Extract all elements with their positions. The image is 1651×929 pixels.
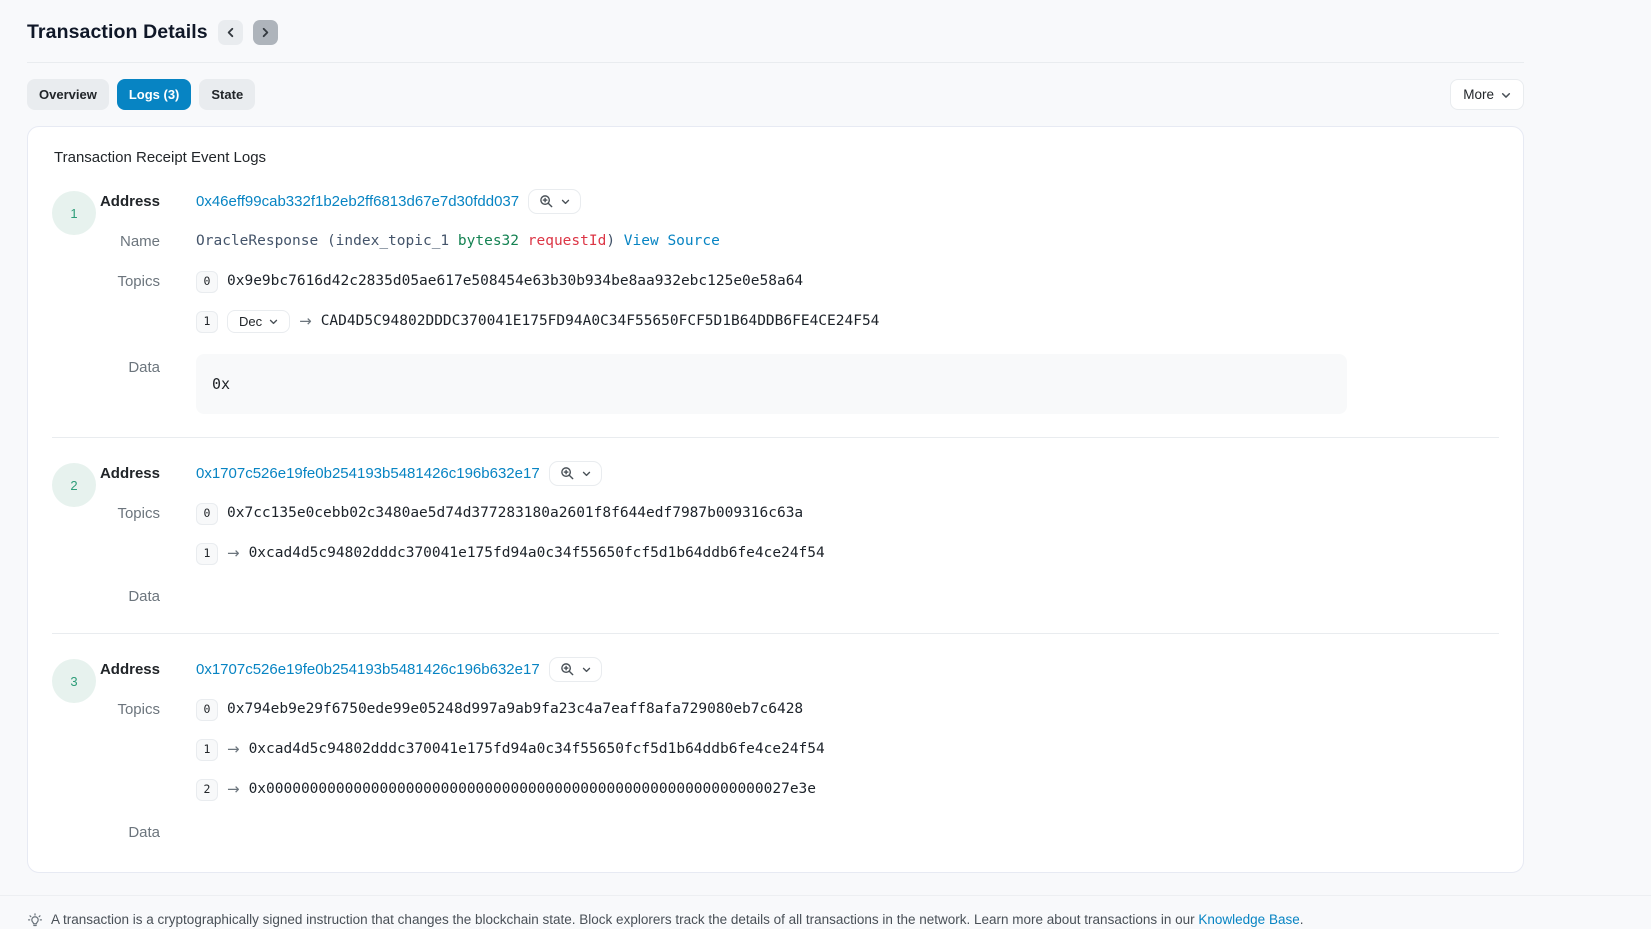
topics-row: Topics 0 0x794eb9e29f6750ede99e05248d997… bbox=[98, 696, 1499, 723]
lightbulb-icon bbox=[27, 912, 43, 929]
chevron-down-icon bbox=[561, 197, 570, 206]
previous-transaction-button[interactable] bbox=[218, 20, 243, 45]
chevron-down-icon bbox=[582, 665, 591, 674]
event-logs-card: Transaction Receipt Event Logs 1 Address… bbox=[27, 126, 1524, 873]
topic-value: 0x794eb9e29f6750ede99e05248d997a9ab9fa23… bbox=[227, 696, 803, 723]
topic-index-badge: 0 bbox=[196, 503, 218, 525]
topic-value: 0xcad4d5c94802dddc370041e175fd94a0c34f55… bbox=[249, 736, 825, 763]
address-row: Address 0x1707c526e19fe0b254193b5481426c… bbox=[98, 460, 1499, 487]
arrow-right-icon: → bbox=[227, 540, 240, 567]
address-zoom-dropdown-button[interactable] bbox=[528, 189, 581, 214]
tab-overview[interactable]: Overview bbox=[27, 79, 109, 110]
data-label: Data bbox=[98, 583, 196, 610]
magnifier-plus-icon bbox=[560, 466, 575, 481]
address-link[interactable]: 0x1707c526e19fe0b254193b5481426c196b632e… bbox=[196, 460, 540, 487]
data-label: Data bbox=[98, 354, 196, 381]
arrow-right-icon: → bbox=[227, 776, 240, 803]
event-signature: OracleResponse (index_topic_1 bytes32 re… bbox=[196, 228, 720, 255]
chevron-right-icon bbox=[260, 27, 271, 38]
knowledge-base-link[interactable]: Knowledge Base bbox=[1198, 912, 1299, 927]
topics-label: Topics bbox=[98, 696, 196, 723]
data-row: Data bbox=[98, 583, 1499, 610]
topic-index-badge: 2 bbox=[196, 779, 218, 801]
topic-value: 0x9e9bc7616d42c2835d05ae617e508454e63b30… bbox=[227, 268, 803, 295]
page-title: Transaction Details bbox=[27, 21, 208, 44]
address-zoom-dropdown-button[interactable] bbox=[549, 461, 602, 486]
topics-row: 1 → 0xcad4d5c94802dddc370041e175fd94a0c3… bbox=[98, 736, 1499, 763]
topics-row: 2 → 0x0000000000000000000000000000000000… bbox=[98, 776, 1499, 803]
topic-index-badge: 1 bbox=[196, 311, 218, 333]
log-index-badge: 2 bbox=[52, 463, 96, 507]
tab-logs[interactable]: Logs (3) bbox=[117, 79, 192, 110]
chevron-down-icon bbox=[582, 469, 591, 478]
topic-index-badge: 0 bbox=[196, 699, 218, 721]
topic-format-dropdown[interactable]: Dec bbox=[227, 310, 290, 333]
card-title: Transaction Receipt Event Logs bbox=[54, 149, 1499, 166]
address-link[interactable]: 0x46eff99cab332f1b2eb2ff6813d67e7d30fdd0… bbox=[196, 188, 519, 215]
address-label: Address bbox=[98, 188, 196, 215]
topic-value: 0x00000000000000000000000000000000000000… bbox=[249, 776, 816, 803]
name-label: Name bbox=[98, 228, 196, 255]
data-label: Data bbox=[98, 819, 196, 846]
log-index-badge: 1 bbox=[52, 191, 96, 235]
log-data-value: 0x bbox=[196, 354, 1347, 414]
tab-state[interactable]: State bbox=[199, 79, 255, 110]
chevron-down-icon bbox=[269, 317, 278, 326]
topic-index-badge: 1 bbox=[196, 739, 218, 761]
param-type: bytes32 bbox=[458, 233, 519, 249]
topics-row: 1 → 0xcad4d5c94802dddc370041e175fd94a0c3… bbox=[98, 540, 1499, 567]
address-row: Address 0x1707c526e19fe0b254193b5481426c… bbox=[98, 656, 1499, 683]
topic-index-badge: 0 bbox=[196, 271, 218, 293]
more-dropdown-label: More bbox=[1463, 87, 1494, 102]
log-divider bbox=[52, 437, 1499, 438]
arrow-right-icon: → bbox=[227, 736, 240, 763]
magnifier-plus-icon bbox=[539, 194, 554, 209]
topics-label: Topics bbox=[98, 268, 196, 295]
topic-index-badge: 1 bbox=[196, 543, 218, 565]
footer-text: A transaction is a cryptographically sig… bbox=[51, 912, 1303, 927]
chevron-down-icon bbox=[1501, 90, 1511, 100]
log-divider bbox=[52, 633, 1499, 634]
magnifier-plus-icon bbox=[560, 662, 575, 677]
topics-row: Topics 0 0x7cc135e0cebb02c3480ae5d74d377… bbox=[98, 500, 1499, 527]
log-index-badge: 3 bbox=[52, 659, 96, 703]
topic-value: CAD4D5C94802DDDC370041E175FD94A0C34F5565… bbox=[321, 308, 880, 335]
view-source-link[interactable]: View Source bbox=[624, 233, 720, 249]
tab-bar: Overview Logs (3) State More bbox=[27, 79, 1524, 110]
address-row: Address 0x46eff99cab332f1b2eb2ff6813d67e… bbox=[98, 188, 1499, 215]
name-row: Name OracleResponse (index_topic_1 bytes… bbox=[98, 228, 1499, 255]
data-row: Data 0x bbox=[98, 354, 1499, 414]
topics-row: Topics 0 0x9e9bc7616d42c2835d05ae617e508… bbox=[98, 268, 1499, 295]
log-entry-3: 3 Address 0x1707c526e19fe0b254193b548142… bbox=[52, 656, 1499, 846]
log-entry-1: 1 Address 0x46eff99cab332f1b2eb2ff6813d6… bbox=[52, 188, 1499, 414]
topic-value: 0xcad4d5c94802dddc370041e175fd94a0c34f55… bbox=[249, 540, 825, 567]
arrow-right-icon: → bbox=[299, 308, 312, 335]
page-header: Transaction Details bbox=[27, 12, 1524, 63]
address-link[interactable]: 0x1707c526e19fe0b254193b5481426c196b632e… bbox=[196, 656, 540, 683]
topics-label: Topics bbox=[98, 500, 196, 527]
address-zoom-dropdown-button[interactable] bbox=[549, 657, 602, 682]
data-row: Data bbox=[98, 819, 1499, 846]
chevron-left-icon bbox=[225, 27, 236, 38]
topics-row: 1 Dec → CAD4D5C94802DDDC370041E175FD94A0… bbox=[98, 308, 1499, 335]
page-footer: A transaction is a cryptographically sig… bbox=[0, 895, 1651, 929]
address-label: Address bbox=[98, 460, 196, 487]
next-transaction-button[interactable] bbox=[253, 20, 278, 45]
topic-format-label: Dec bbox=[239, 314, 262, 329]
param-name: requestId bbox=[528, 233, 607, 249]
topic-value: 0x7cc135e0cebb02c3480ae5d74d377283180a26… bbox=[227, 500, 803, 527]
log-entry-2: 2 Address 0x1707c526e19fe0b254193b548142… bbox=[52, 460, 1499, 610]
more-dropdown-button[interactable]: More bbox=[1450, 79, 1524, 110]
address-label: Address bbox=[98, 656, 196, 683]
